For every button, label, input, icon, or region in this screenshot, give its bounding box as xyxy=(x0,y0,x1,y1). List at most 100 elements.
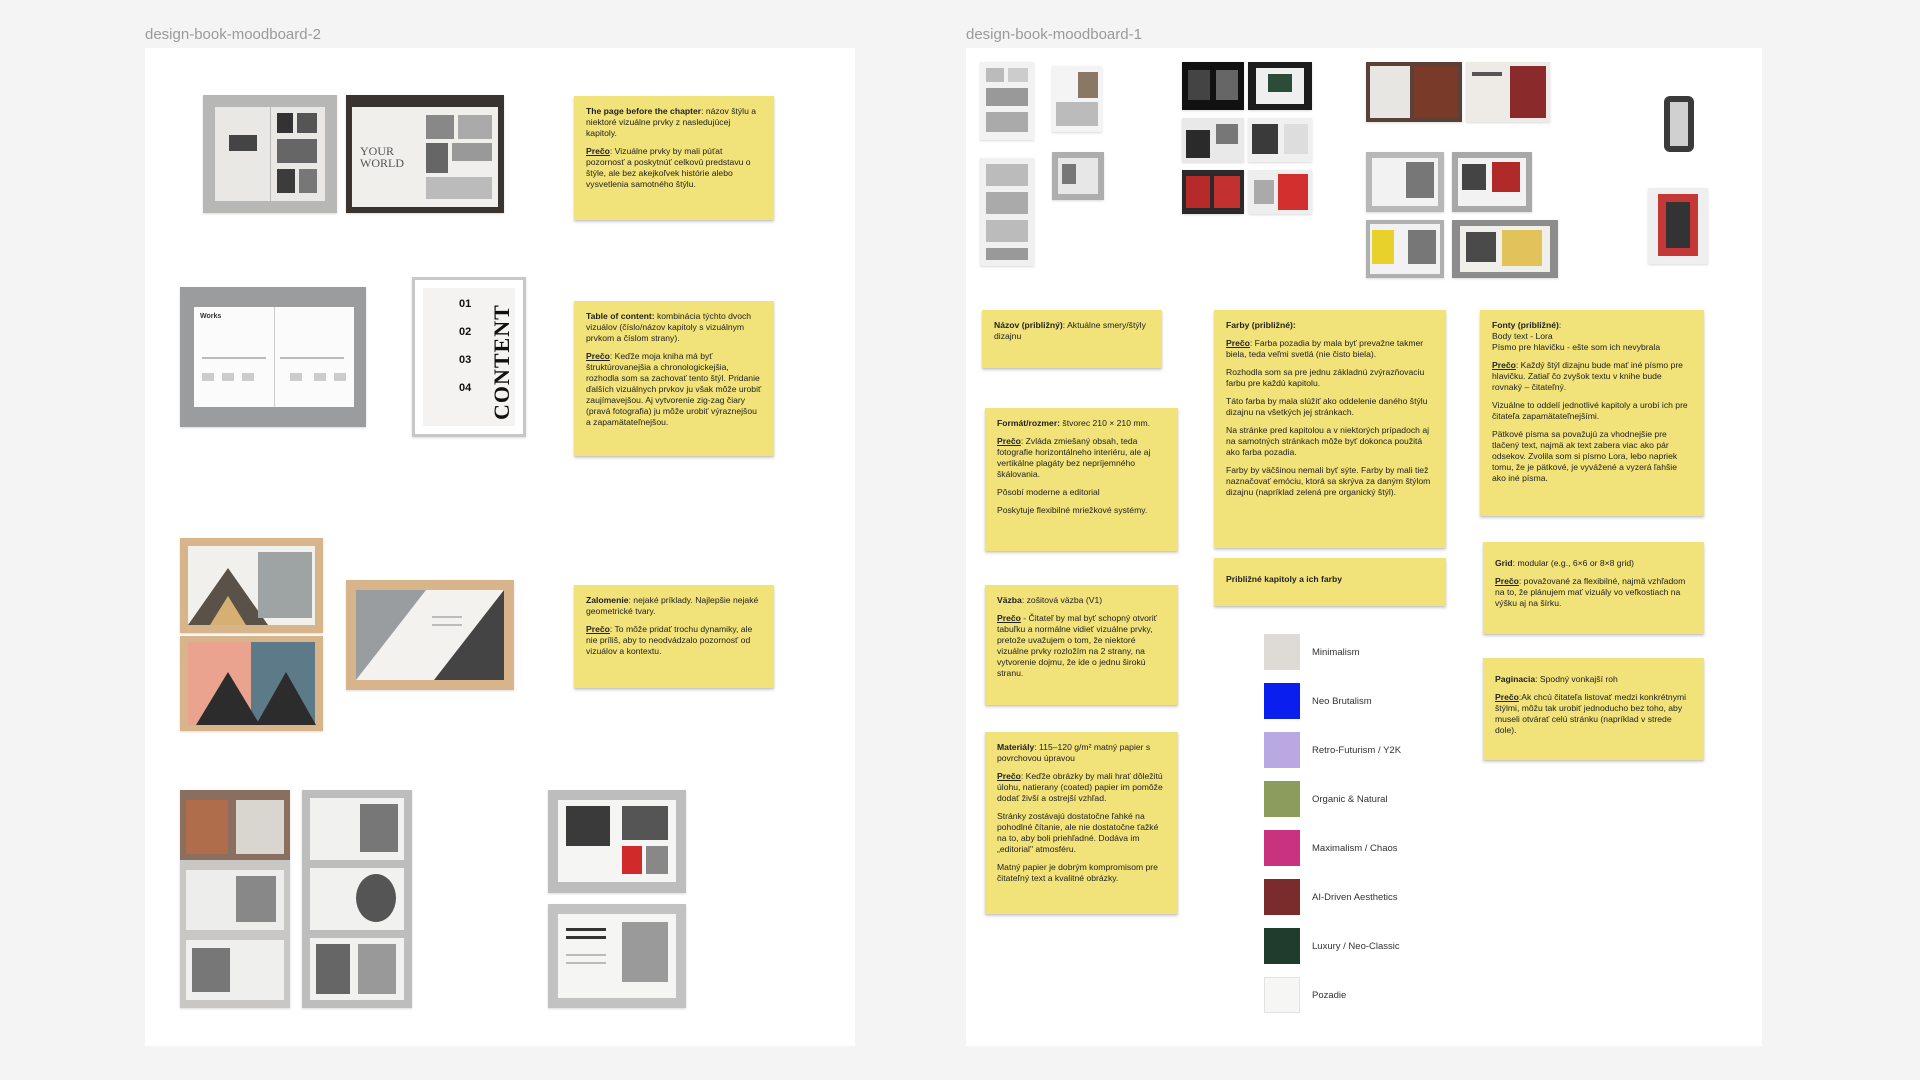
editorial-spread-image[interactable] xyxy=(302,790,412,1008)
note-paragraph: Rozhodla som sa pre jednu základnú zvýra… xyxy=(1226,367,1425,388)
color-swatch xyxy=(1264,928,1300,964)
sticky-note-grid[interactable]: Grid: modular (e.g., 6×6 or 8×8 grid) Pr… xyxy=(1483,542,1704,634)
color-swatch-row[interactable]: Luxury / Neo-Classic xyxy=(1264,928,1400,964)
book-mockup-image[interactable] xyxy=(203,95,337,213)
color-swatch xyxy=(1264,830,1300,866)
sticky-note-format[interactable]: Formát/rozmer: štvorec 210 × 210 mm. Pre… xyxy=(985,408,1178,551)
page-layout-image[interactable] xyxy=(1366,62,1462,122)
color-swatch-row[interactable]: Retro-Futurism / Y2K xyxy=(1264,732,1401,768)
toc-number: 01 xyxy=(459,298,472,310)
color-swatch-row[interactable]: Pozadie xyxy=(1264,977,1346,1013)
color-swatch xyxy=(1264,977,1300,1013)
note-why-label: Prečo xyxy=(586,146,610,156)
note-paragraph: Matný papier je dobrým kompromisom pre č… xyxy=(997,862,1158,883)
color-swatch-row[interactable]: Minimalism xyxy=(1264,634,1360,670)
sticky-note-fonts[interactable]: Fonty (približné): Body text - Lora Písm… xyxy=(1480,310,1704,516)
geometric-spread-image[interactable] xyxy=(180,538,323,633)
geometric-spread-image[interactable] xyxy=(180,636,323,731)
note-why-label: Prečo xyxy=(997,436,1021,446)
page-layout-image[interactable] xyxy=(1052,66,1102,132)
editorial-spread-image[interactable] xyxy=(548,904,686,1008)
note-why-text: :Ak chcú čitateľa listovať medzi konkrét… xyxy=(1495,692,1687,735)
page-layout-image[interactable] xyxy=(1366,152,1444,212)
page-layout-image[interactable] xyxy=(980,62,1034,140)
note-paragraph: Vizuálne to oddelí jednotlivé kapitoly a… xyxy=(1492,400,1688,421)
sticky-note-fold[interactable]: Zalomenie: nejaké príklady. Najlepšie ne… xyxy=(574,585,774,688)
frame-title-moodboard-1[interactable]: design-book-moodboard-1 xyxy=(966,26,1142,43)
color-swatch xyxy=(1264,732,1300,768)
toc-spread-image[interactable]: Works xyxy=(180,287,366,427)
note-title: Grid xyxy=(1495,558,1513,568)
editorial-spread-image[interactable] xyxy=(180,790,290,1008)
note-why-text: : Vizuálne prvky by mali púťat pozornosť… xyxy=(586,146,751,189)
note-paragraph: Stránky zostávajú dostatočne ľahké na po… xyxy=(997,811,1159,854)
note-why-text: : považované za flexibilné, najmä vzhľad… xyxy=(1495,576,1686,608)
note-why-text: : Keďže obrázky by mali hrať dôležitú úl… xyxy=(997,771,1163,803)
grid-diagram-image[interactable] xyxy=(1656,86,1702,160)
sticky-note-pagination[interactable]: Paginacia: Spodný vonkajší roh Prečo:Ak … xyxy=(1483,658,1704,760)
color-swatch xyxy=(1264,634,1300,670)
note-why-label: Prečo xyxy=(1495,692,1519,702)
color-swatch-row[interactable]: Neo Brutalism xyxy=(1264,683,1372,719)
page-layout-image[interactable] xyxy=(1182,170,1244,214)
page-layout-image[interactable] xyxy=(1248,118,1312,162)
page-layout-image[interactable] xyxy=(1366,220,1444,278)
geometric-spread-image[interactable] xyxy=(346,580,514,690)
page-layout-image[interactable] xyxy=(1052,152,1104,200)
sticky-note-name[interactable]: Názov (približný): Aktuálne smery/štýly … xyxy=(982,310,1162,368)
frame-title-moodboard-2[interactable]: design-book-moodboard-2 xyxy=(145,26,321,43)
note-why-label: Prečo xyxy=(586,624,610,634)
color-swatch-row[interactable]: Maximalism / Chaos xyxy=(1264,830,1398,866)
note-why-text: : To môže pridať trochu dynamiky, ale ni… xyxy=(586,624,753,656)
toc-number: 03 xyxy=(459,354,472,366)
note-why-label: Prečo xyxy=(997,613,1021,623)
toc-heading: CONTENT xyxy=(489,304,514,420)
note-text: : modular (e.g., 6×6 or 8×8 grid) xyxy=(1512,558,1635,568)
toc-content-image[interactable]: 01 02 03 04 CONTENT xyxy=(412,277,526,437)
page-layout-image[interactable] xyxy=(980,158,1034,266)
color-swatch-row[interactable]: Organic & Natural xyxy=(1264,781,1388,817)
works-title: Works xyxy=(200,313,222,320)
note-paragraph: Pôsobí moderne a editorial xyxy=(997,487,1100,497)
page-layout-image[interactable] xyxy=(1248,170,1312,214)
swatch-label: Luxury / Neo-Classic xyxy=(1312,940,1400,952)
frame-moodboard-2[interactable]: YOUR WORLD The page before the chapter: … xyxy=(145,48,855,1046)
sticky-note-table-of-content[interactable]: Table of content: kombinácia týchto dvoc… xyxy=(574,301,774,456)
note-why-label: Prečo xyxy=(1226,338,1250,348)
swatch-label: Maximalism / Chaos xyxy=(1312,842,1398,854)
note-title: The page before the chapter xyxy=(586,106,702,116)
page-layout-image[interactable] xyxy=(1452,220,1558,278)
note-paragraph: Pätkové písma sa považujú za vhodnejšie … xyxy=(1492,429,1678,483)
note-why-label: Prečo xyxy=(586,351,610,361)
note-paragraph: Na stránke pred kapitolou a v niektorých… xyxy=(1226,425,1430,457)
toc-number: 04 xyxy=(459,382,472,394)
note-text: štvorec 210 × 210 mm. xyxy=(1060,418,1151,428)
editorial-spread-image[interactable] xyxy=(548,790,686,893)
page-layout-image[interactable] xyxy=(1452,152,1532,212)
note-title: Približné kapitoly a ich farby xyxy=(1226,574,1343,584)
page-layout-image[interactable] xyxy=(1182,62,1244,110)
page-layout-image[interactable] xyxy=(1182,118,1244,162)
note-title: Farby (približné): xyxy=(1226,320,1296,330)
note-title: Fonty (približné) xyxy=(1492,320,1559,330)
sticky-note-binding[interactable]: Väzba: zošitová väzba (V1) Prečo - Čitat… xyxy=(985,585,1178,705)
grid-diagram-image[interactable] xyxy=(1648,188,1708,264)
note-paragraph: Táto farba by mala slúžiť ako oddelenie … xyxy=(1226,396,1428,417)
note-title: Table of content: xyxy=(586,311,655,321)
swatch-label: Retro-Futurism / Y2K xyxy=(1312,744,1402,756)
sticky-note-chapter-colors[interactable]: Približné kapitoly a ich farby xyxy=(1214,558,1446,606)
page-layout-image[interactable] xyxy=(1466,62,1550,122)
frame-moodboard-1[interactable]: Názov (približný): Aktuálne smery/štýly … xyxy=(966,48,1762,1046)
color-swatch xyxy=(1264,879,1300,915)
swatch-label: Minimalism xyxy=(1312,646,1360,658)
toc-number: 02 xyxy=(459,326,472,338)
book-mockup-image[interactable]: YOUR WORLD xyxy=(346,95,504,213)
page-layout-image[interactable] xyxy=(1248,62,1312,110)
sticky-note-materials[interactable]: Materiály: 115–120 g/m² matný papier s p… xyxy=(985,732,1178,914)
note-why-label: Prečo xyxy=(997,771,1021,781)
note-title: Paginacia xyxy=(1495,674,1536,684)
note-why-label: Prečo xyxy=(1495,576,1519,586)
sticky-note-chapter-page[interactable]: The page before the chapter: názov štýlu… xyxy=(574,96,774,220)
color-swatch-row[interactable]: AI-Driven Aesthetics xyxy=(1264,879,1398,915)
sticky-note-colors[interactable]: Farby (približné): Prečo: Farba pozadia … xyxy=(1214,310,1446,548)
